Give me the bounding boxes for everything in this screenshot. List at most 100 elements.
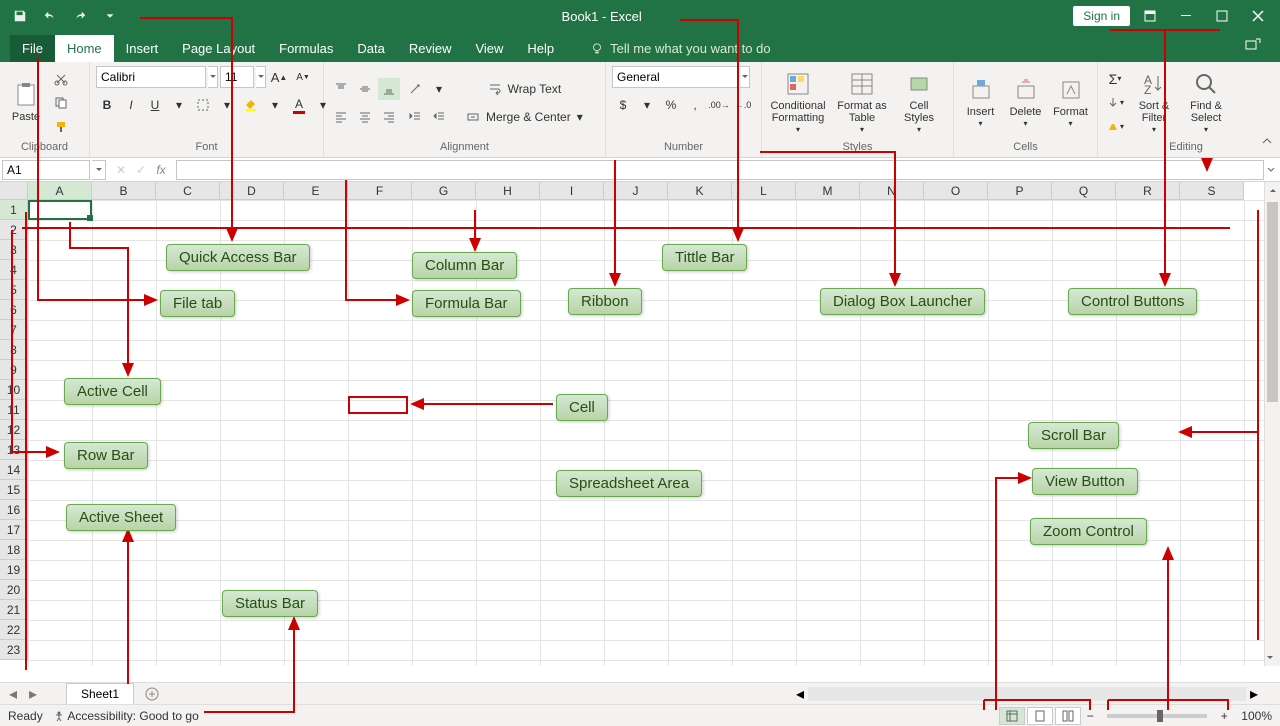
sort-filter-button[interactable]: AZSort & Filter▾ (1130, 68, 1178, 137)
delete-cells-button[interactable]: Delete▾ (1005, 74, 1046, 131)
column-header[interactable]: C (156, 182, 220, 200)
tab-view[interactable]: View (463, 35, 515, 62)
cancel-formula-icon[interactable]: ✕ (112, 163, 130, 177)
column-header[interactable]: J (604, 182, 668, 200)
vertical-scrollbar[interactable] (1264, 182, 1280, 666)
align-middle-icon[interactable] (354, 78, 376, 100)
number-format-select[interactable]: General (612, 66, 738, 88)
autosum-icon[interactable]: Σ▾ (1104, 68, 1126, 90)
chevron-down-icon[interactable]: ▾ (428, 78, 450, 100)
column-header[interactable]: H (476, 182, 540, 200)
row-header[interactable]: 12 (0, 420, 28, 440)
sheet-tab-1[interactable]: Sheet1 (66, 683, 134, 704)
row-header[interactable]: 23 (0, 640, 28, 660)
underline-button[interactable]: U (144, 94, 166, 116)
tell-me-search[interactable]: Tell me what you want to do (582, 35, 778, 62)
column-header[interactable]: N (860, 182, 924, 200)
column-header[interactable]: G (412, 182, 476, 200)
align-right-icon[interactable] (378, 106, 400, 128)
align-top-icon[interactable] (330, 78, 352, 100)
chevron-down-icon[interactable] (256, 66, 266, 88)
format-as-table-button[interactable]: Format as Table▾ (832, 68, 892, 137)
page-layout-view-icon[interactable] (1027, 707, 1053, 725)
row-header[interactable]: 13 (0, 440, 28, 460)
comma-format-icon[interactable]: , (684, 94, 706, 116)
fill-icon[interactable]: ▾ (1104, 92, 1126, 114)
row-header[interactable]: 10 (0, 380, 28, 400)
row-header[interactable]: 2 (0, 220, 28, 240)
tab-formulas[interactable]: Formulas (267, 35, 345, 62)
page-break-view-icon[interactable] (1055, 707, 1081, 725)
copy-icon[interactable] (50, 92, 72, 114)
insert-cells-button[interactable]: Insert▾ (960, 74, 1001, 131)
tab-file[interactable]: File (10, 35, 55, 62)
column-header[interactable]: O (924, 182, 988, 200)
fill-color-icon[interactable] (240, 94, 262, 116)
ribbon-display-options-icon[interactable] (1134, 2, 1166, 30)
font-color-icon[interactable]: A (288, 94, 310, 116)
row-header[interactable]: 4 (0, 260, 28, 280)
chevron-down-icon[interactable] (92, 160, 106, 180)
align-bottom-icon[interactable] (378, 78, 400, 100)
chevron-down-icon[interactable]: ▾ (636, 94, 658, 116)
zoom-in-icon[interactable]: + (1217, 709, 1231, 723)
row-header[interactable]: 15 (0, 480, 28, 500)
conditional-formatting-button[interactable]: Conditional Formatting▾ (768, 68, 828, 137)
row-header[interactable]: 21 (0, 600, 28, 620)
scrollbar-track[interactable] (808, 687, 1246, 701)
redo-icon[interactable] (66, 2, 94, 30)
increase-decimal-icon[interactable]: .00→ (708, 94, 730, 116)
accessibility-status[interactable]: Accessibility: Good to go (53, 709, 199, 723)
border-icon[interactable] (192, 94, 214, 116)
format-painter-icon[interactable] (50, 116, 72, 138)
chevron-down-icon[interactable]: ▾ (168, 94, 190, 116)
decrease-font-icon[interactable]: A▼ (292, 66, 314, 88)
minimize-icon[interactable] (1170, 2, 1202, 30)
scroll-down-icon[interactable] (1265, 650, 1275, 666)
scroll-right-icon[interactable]: ▸ (1246, 686, 1262, 702)
merge-center-button[interactable]: Merge & Center▾ (460, 106, 589, 128)
column-header[interactable]: L (732, 182, 796, 200)
row-header[interactable]: 19 (0, 560, 28, 580)
chevron-down-icon[interactable] (208, 66, 218, 88)
tab-review[interactable]: Review (397, 35, 464, 62)
sheet-nav-prev-icon[interactable]: ◂ (4, 685, 22, 703)
row-header[interactable]: 18 (0, 540, 28, 560)
tab-help[interactable]: Help (515, 35, 566, 62)
align-left-icon[interactable] (330, 106, 352, 128)
row-header[interactable]: 1 (0, 200, 28, 220)
maximize-icon[interactable] (1206, 2, 1238, 30)
column-header[interactable]: I (540, 182, 604, 200)
row-header[interactable]: 16 (0, 500, 28, 520)
column-header[interactable]: S (1180, 182, 1244, 200)
column-header-bar[interactable]: ABCDEFGHIJKLMNOPQRS (28, 182, 1264, 200)
cell-styles-button[interactable]: Cell Styles▾ (896, 68, 942, 137)
sheet-nav-next-icon[interactable]: ▸ (24, 685, 42, 703)
clear-icon[interactable]: ▾ (1104, 116, 1126, 138)
row-header[interactable]: 5 (0, 280, 28, 300)
formula-bar-input[interactable] (176, 160, 1264, 180)
qat-customize-icon[interactable] (96, 2, 124, 30)
chevron-down-icon[interactable] (740, 66, 750, 88)
column-header[interactable]: M (796, 182, 860, 200)
column-header[interactable]: Q (1052, 182, 1116, 200)
decrease-indent-icon[interactable] (404, 106, 426, 128)
scroll-up-icon[interactable] (1265, 182, 1280, 198)
select-all-corner[interactable] (0, 182, 28, 200)
bold-button[interactable]: B (96, 94, 118, 116)
row-header-bar[interactable]: 1234567891011121314151617181920212223 (0, 200, 28, 660)
row-header[interactable]: 17 (0, 520, 28, 540)
chevron-down-icon[interactable]: ▾ (264, 94, 286, 116)
paste-button[interactable]: Paste (6, 79, 46, 125)
font-name-select[interactable]: Calibri (96, 66, 206, 88)
font-size-select[interactable]: 11 (220, 66, 254, 88)
row-header[interactable]: 22 (0, 620, 28, 640)
row-header[interactable]: 11 (0, 400, 28, 420)
column-header[interactable]: A (28, 182, 92, 200)
chevron-down-icon[interactable]: ▾ (216, 94, 238, 116)
column-header[interactable]: F (348, 182, 412, 200)
row-header[interactable]: 8 (0, 340, 28, 360)
column-header[interactable]: R (1116, 182, 1180, 200)
scroll-left-icon[interactable]: ◂ (792, 686, 808, 702)
expand-formula-bar-icon[interactable] (1264, 160, 1278, 180)
